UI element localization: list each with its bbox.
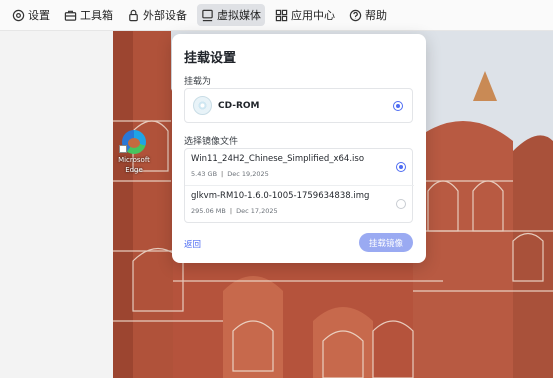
lock-icon — [127, 9, 140, 22]
file-date: Dec 19,2025 — [227, 170, 269, 178]
toolbar-help-label: 帮助 — [365, 9, 387, 22]
meta-separator: | — [221, 170, 224, 178]
toolbar-app-center[interactable]: 应用中心 — [271, 4, 339, 26]
mount-settings-dialog: 挂载设置 挂载为 CD-ROM 选择镜像文件 Win11_24H2_Chines… — [172, 34, 426, 263]
toolbar-external-devices-label: 外部设备 — [143, 9, 187, 22]
file-size: 295.06 MB — [191, 207, 226, 215]
toolbar-toolbox-label: 工具箱 — [80, 9, 113, 22]
file-row-iso[interactable]: Win11_24H2_Chinese_Simplified_x64.iso 5.… — [185, 149, 414, 186]
file-radio-img[interactable] — [396, 199, 406, 209]
file-radio-iso[interactable] — [396, 162, 406, 172]
toolbar-virtual-media[interactable]: 虚拟媒体 — [197, 4, 265, 26]
toolbar-virtual-media-label: 虚拟媒体 — [217, 9, 261, 22]
mount-as-label: 挂载为 — [184, 77, 212, 87]
meta-separator: | — [229, 207, 233, 215]
toolbar-help[interactable]: 帮助 — [345, 4, 391, 26]
top-toolbar: 设置 工具箱 外部设备 虚拟媒体 应用中心 帮助 — [0, 0, 553, 31]
cdrom-radio[interactable] — [393, 100, 403, 111]
toolbar-settings-label: 设置 — [28, 9, 50, 22]
left-margin — [0, 31, 113, 378]
shortcut-arrow-icon — [119, 145, 127, 153]
cd-disc-icon — [193, 96, 212, 115]
file-meta: 295.06 MB | Dec 17,2025 — [191, 207, 414, 215]
file-meta: 5.43 GB | Dec 19,2025 — [191, 170, 414, 178]
mount-option-label: CD-ROM — [218, 100, 260, 111]
toolbar-toolbox[interactable]: 工具箱 — [60, 4, 117, 26]
back-link[interactable]: 返回 — [184, 238, 201, 250]
desktop-shortcut-edge[interactable]: Microsoft Edge — [117, 130, 151, 174]
toolbar-settings[interactable]: 设置 — [8, 4, 54, 26]
help-circle-icon — [349, 9, 362, 22]
file-size: 5.43 GB — [191, 170, 218, 178]
desktop-icon-label-line1: Microsoft — [118, 156, 150, 164]
file-date: Dec 17,2025 — [236, 207, 278, 215]
file-name: glkvm-RM10-1.6.0-1005-1759634838.img — [191, 191, 370, 201]
desktop-icon-label-line2: Edge — [125, 166, 143, 174]
toolbar-external-devices[interactable]: 外部设备 — [123, 4, 191, 26]
monitor-icon — [201, 9, 214, 22]
toolbox-icon — [64, 9, 77, 22]
file-row-img[interactable]: glkvm-RM10-1.6.0-1005-1759634838.img 295… — [185, 186, 414, 223]
apps-grid-icon — [275, 9, 288, 22]
gear-icon — [12, 9, 25, 22]
select-file-label: 选择镜像文件 — [184, 137, 239, 147]
toolbar-app-center-label: 应用中心 — [291, 9, 335, 22]
mount-image-button[interactable]: 挂载镜像 — [359, 233, 413, 252]
file-name: Win11_24H2_Chinese_Simplified_x64.iso — [191, 154, 365, 164]
image-file-list: Win11_24H2_Chinese_Simplified_x64.iso 5.… — [184, 148, 414, 223]
dialog-title: 挂载设置 — [184, 51, 237, 66]
mount-option-cdrom[interactable]: CD-ROM — [184, 88, 413, 123]
